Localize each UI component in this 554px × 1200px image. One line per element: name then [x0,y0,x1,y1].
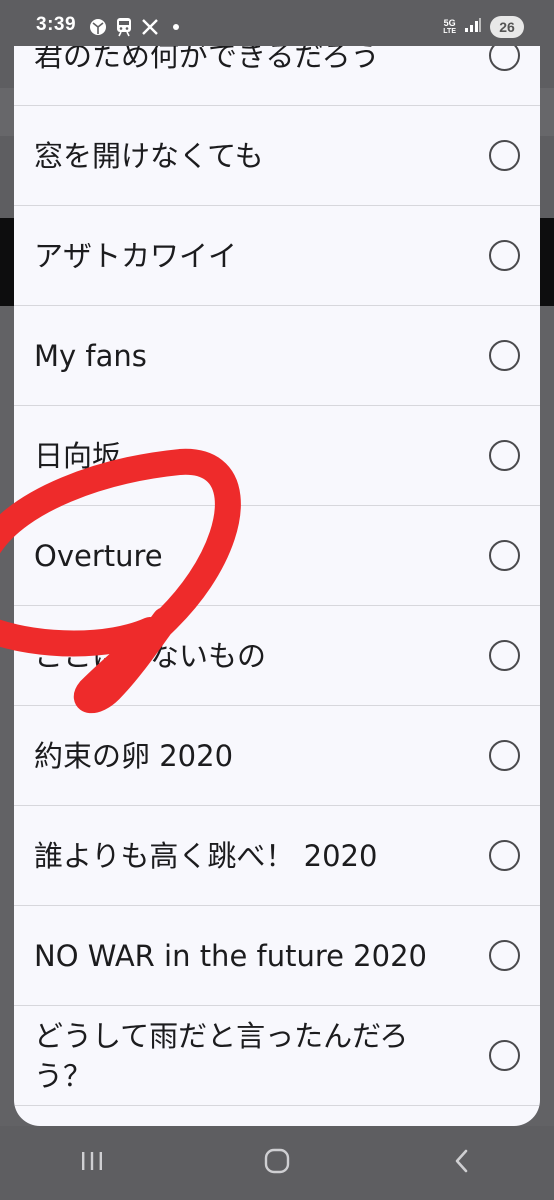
network-indicator: 5G LTE [443,17,456,36]
list-item[interactable]: 窓を開けなくても [14,106,540,206]
network-type: 5G [443,17,456,28]
option-list: 君のため何ができるだろう 窓を開けなくても アザトカワイイ My fans 日向… [14,46,540,1106]
radio-unchecked-icon[interactable] [489,440,520,471]
network-sub: LTE [443,27,456,35]
option-label: My fans [34,338,147,373]
radio-unchecked-icon[interactable] [489,46,520,71]
list-item[interactable]: NO WAR in the future 2020 [14,906,540,1006]
option-label: 日向坂 [34,438,122,473]
list-item[interactable]: 日向坂 [14,406,540,506]
list-item[interactable]: 誰よりも高く跳べ！ 2020 [14,806,540,906]
song-select-dialog: 君のため何ができるだろう 窓を開けなくても アザトカワイイ My fans 日向… [14,46,540,1126]
soccer-ball-icon [88,17,108,37]
signal-icon [464,17,482,37]
option-label: 君のため何ができるだろう [34,46,380,73]
option-label: 窓を開けなくても [34,138,264,173]
radio-unchecked-icon[interactable] [489,1040,520,1071]
option-label: アザトカワイイ [34,238,238,273]
option-label: Overture [34,538,163,573]
list-item[interactable]: 約束の卵 2020 [14,706,540,806]
radio-unchecked-icon[interactable] [489,940,520,971]
recents-icon [79,1149,105,1177]
recents-button[interactable] [62,1133,122,1193]
list-item[interactable]: 君のため何ができるだろう [14,46,540,106]
system-icons: 5G LTE 26 [443,15,524,39]
radio-unchecked-icon[interactable] [489,140,520,171]
radio-unchecked-icon[interactable] [489,340,520,371]
radio-unchecked-icon[interactable] [489,540,520,571]
radio-unchecked-icon[interactable] [489,640,520,671]
radio-unchecked-icon[interactable] [489,840,520,871]
list-item[interactable]: アザトカワイイ [14,206,540,306]
back-button[interactable] [432,1133,492,1193]
home-button[interactable] [247,1133,307,1193]
radio-unchecked-icon[interactable] [489,740,520,771]
list-item[interactable]: ここにはないもの [14,606,540,706]
status-time: 3:39 [36,14,77,35]
option-label: ここにはないもの [34,638,267,673]
option-label: 誰よりも高く跳べ！ 2020 [34,838,378,873]
list-item[interactable]: Overture [14,506,540,606]
dot-icon [166,17,186,37]
navigation-bar [0,1126,554,1200]
list-item[interactable]: My fans [14,306,540,406]
train-icon [114,17,134,37]
option-label: NO WAR in the future 2020 [34,938,427,973]
option-label: 約束の卵 2020 [34,738,234,773]
screen: 3:39 5G LTE 26 君のため何ができるだろう 窓を開けなくても アザト… [0,0,554,1200]
x-logo-icon [140,17,160,37]
back-icon [451,1148,473,1178]
home-icon [263,1147,291,1179]
notification-icons [88,16,186,38]
battery-indicator: 26 [490,16,524,38]
radio-unchecked-icon[interactable] [489,240,520,271]
list-item[interactable]: どうして雨だと言ったんだろう？ [14,1006,540,1106]
option-label: どうして雨だと言ったんだろう？ [34,1018,409,1093]
